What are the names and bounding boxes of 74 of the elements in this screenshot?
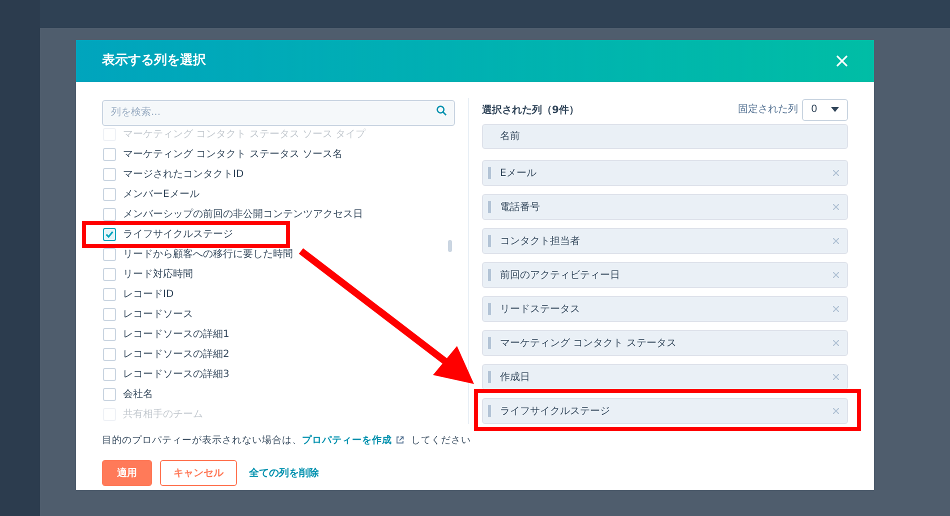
selected-column-label: 電話番号	[500, 200, 541, 214]
column-option[interactable]: レコードソースの詳細1	[123, 326, 230, 342]
checkbox[interactable]	[103, 188, 116, 200]
remove-icon[interactable]	[833, 272, 839, 278]
remove-icon[interactable]	[833, 238, 839, 244]
selected-column-item[interactable]: 作成日	[482, 364, 848, 390]
checkbox[interactable]	[103, 368, 116, 380]
selected-column-label: コンタクト担当者	[500, 234, 581, 248]
remove-icon[interactable]	[833, 204, 839, 210]
checkbox[interactable]	[103, 168, 116, 180]
scrollbar-thumb[interactable]	[448, 240, 452, 252]
column-option[interactable]: マージされたコンタクトID	[123, 166, 244, 182]
drag-handle-icon[interactable]	[488, 201, 491, 213]
checkbox[interactable]	[103, 328, 116, 340]
checkbox[interactable]	[103, 288, 116, 300]
column-option[interactable]: レコードID	[123, 286, 174, 302]
drag-handle-icon[interactable]	[488, 303, 491, 315]
selected-column-label: マーケティング コンタクト ステータス	[500, 336, 678, 350]
remove-icon[interactable]	[833, 408, 839, 414]
external-link-icon	[396, 436, 404, 444]
column-option[interactable]: リード対応時間	[123, 266, 193, 282]
checkbox[interactable]	[103, 248, 116, 260]
column-option[interactable]: メンバーシップの前回の非公開コンテンツアクセス日	[123, 206, 363, 222]
selected-column-label: 作成日	[500, 370, 531, 384]
create-property-link[interactable]: プロパティーを作成	[302, 435, 392, 446]
column-option[interactable]: 会社名	[123, 386, 153, 402]
selected-column-item[interactable]: 前回のアクティビティー日	[482, 262, 848, 288]
drag-handle-icon[interactable]	[488, 371, 491, 383]
selected-columns-heading: 選択された列（9件）	[482, 104, 579, 118]
selected-column-label: Eメール	[500, 166, 538, 180]
drag-handle-icon[interactable]	[488, 405, 491, 417]
selected-column-label: リードステータス	[500, 302, 581, 316]
selected-column-item[interactable]: コンタクト担当者	[482, 228, 848, 254]
column-option[interactable]: マーケティング コンタクト ステータス ソース名	[123, 146, 343, 162]
hint-text: 目的のプロパティーが表示されない場合は、プロパティーを作成 してください	[102, 435, 472, 446]
drag-handle-icon[interactable]	[488, 235, 491, 247]
checkbox[interactable]	[103, 148, 116, 160]
column-option[interactable]: リードから顧客への移行に要した時間	[123, 246, 293, 262]
drag-handle-icon[interactable]	[488, 337, 491, 349]
pinned-columns-label: 固定された列	[738, 102, 798, 117]
selected-column-item[interactable]: リードステータス	[482, 296, 848, 322]
selected-column-label: 前回のアクティビティー日	[500, 268, 621, 282]
close-icon[interactable]	[836, 55, 848, 67]
pinned-columns-value: 0	[811, 103, 818, 117]
checkbox[interactable]	[103, 388, 116, 400]
selected-column-item[interactable]: Eメール	[482, 160, 848, 186]
fixed-column-item: 名前	[482, 124, 848, 149]
checkbox[interactable]	[103, 208, 116, 220]
checkbox[interactable]	[103, 268, 116, 280]
remove-icon[interactable]	[833, 374, 839, 380]
selected-column-item[interactable]: ライフサイクルステージ	[482, 398, 848, 424]
column-option[interactable]: ライフサイクルステージ	[123, 226, 233, 242]
dialog-title: 表示する列を選択	[102, 52, 206, 70]
search-icon[interactable]	[436, 105, 447, 116]
checkbox[interactable]	[103, 228, 116, 240]
remove-icon[interactable]	[833, 340, 839, 346]
search-field[interactable]: 列を検索...	[102, 100, 455, 126]
remove-all-link[interactable]: 全ての列を削除	[245, 460, 323, 486]
selected-column-item[interactable]: マーケティング コンタクト ステータス	[482, 330, 848, 356]
column-option[interactable]: メンバーEメール	[123, 186, 200, 202]
checkmark-icon	[105, 230, 114, 238]
drag-handle-icon[interactable]	[488, 269, 491, 281]
column-option[interactable]: レコードソース	[123, 306, 193, 322]
remove-icon[interactable]	[833, 170, 839, 176]
selected-column-label: ライフサイクルステージ	[500, 404, 611, 418]
caret-icon	[831, 107, 839, 112]
checkbox[interactable]	[103, 308, 116, 320]
drag-handle-icon[interactable]	[488, 167, 491, 179]
pinned-columns-select[interactable]: 0	[802, 98, 848, 120]
remove-icon[interactable]	[833, 306, 839, 312]
checkbox[interactable]	[103, 348, 116, 360]
column-option[interactable]: レコードソースの詳細3	[123, 366, 230, 382]
column-option[interactable]: レコードソースの詳細2	[123, 346, 230, 362]
selected-column-item[interactable]: 電話番号	[482, 194, 848, 220]
